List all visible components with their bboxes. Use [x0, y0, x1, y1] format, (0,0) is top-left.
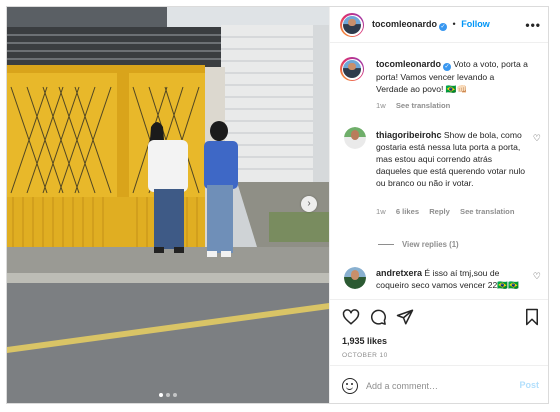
comment-meta: 1w 6 likes Reply See translation — [376, 207, 522, 216]
caption-text-block: tocomleonardo ✓ Voto a voto, porta a port… — [376, 58, 528, 95]
caption-username[interactable]: tocomleonardo — [376, 59, 441, 69]
carousel-dot — [173, 393, 177, 397]
author-avatar[interactable] — [340, 13, 364, 37]
caption-time: 1w — [376, 101, 386, 110]
reply-button[interactable]: Reply — [429, 207, 450, 216]
more-options-icon[interactable]: ••• — [525, 18, 541, 32]
comment-username[interactable]: andretxera — [376, 268, 422, 278]
photo-scene — [7, 7, 329, 403]
add-comment-bar: Post — [330, 365, 548, 403]
heart-icon[interactable] — [342, 308, 360, 326]
carousel-dots — [7, 393, 329, 397]
carousel-dot — [159, 393, 163, 397]
likes-count[interactable]: 1,935 likes — [342, 336, 387, 346]
comment-like-heart-icon[interactable]: ♡ — [533, 133, 541, 144]
comment-translate-link[interactable]: See translation — [460, 207, 514, 216]
view-replies-button[interactable]: View replies (1) — [378, 240, 459, 249]
add-comment-input[interactable] — [366, 378, 506, 394]
post-panel: tocomleonardo ✓ • Follow ••• tocomleonard… — [329, 7, 548, 403]
comment-username[interactable]: thiagoribeirohc — [376, 130, 442, 140]
commenter-avatar[interactable] — [344, 127, 366, 149]
comment-time: 1w — [376, 207, 386, 216]
verified-icon: ✓ — [443, 63, 452, 71]
bookmark-icon[interactable] — [523, 308, 541, 326]
commenter-avatar[interactable] — [344, 267, 366, 289]
replies-line — [378, 244, 394, 245]
post-photo[interactable]: › — [7, 7, 329, 403]
author-username[interactable]: tocomleonardo — [372, 19, 437, 29]
comments-list[interactable]: tocomleonardo ✓ Voto a voto, porta a port… — [330, 43, 548, 299]
post-header: tocomleonardo ✓ • Follow ••• — [330, 7, 548, 43]
share-icon[interactable] — [396, 308, 414, 326]
caption-avatar[interactable] — [340, 57, 364, 81]
chevron-right-icon: › — [307, 198, 311, 209]
post-date[interactable]: OCTOBER 10 — [342, 352, 388, 359]
emoji-icon[interactable] — [342, 378, 358, 394]
verified-icon: ✓ — [439, 23, 448, 31]
post-actions: 1,935 likes OCTOBER 10 — [330, 299, 548, 365]
instagram-post: › tocomleonardo ✓ • Follow ••• tocomleon… — [6, 6, 549, 404]
comment-icon[interactable] — [369, 308, 387, 326]
next-slide-button[interactable]: › — [301, 196, 317, 212]
comment-text-block: andretxera É isso aí tmj,sou de coqueiro… — [376, 267, 528, 291]
comment-like-heart-icon[interactable]: ♡ — [533, 271, 541, 282]
post-comment-button[interactable]: Post — [519, 380, 539, 390]
caption-translate-link[interactable]: See translation — [396, 101, 450, 110]
carousel-dot — [166, 393, 170, 397]
view-replies-label: View replies (1) — [402, 240, 459, 249]
caption-meta: 1w See translation — [376, 101, 458, 110]
follow-button[interactable]: Follow — [461, 19, 490, 29]
separator-dot: • — [452, 19, 456, 29]
comment-likes[interactable]: 6 likes — [396, 207, 419, 216]
comment-text-block: thiagoribeirohc Show de bola, como gosta… — [376, 129, 528, 189]
